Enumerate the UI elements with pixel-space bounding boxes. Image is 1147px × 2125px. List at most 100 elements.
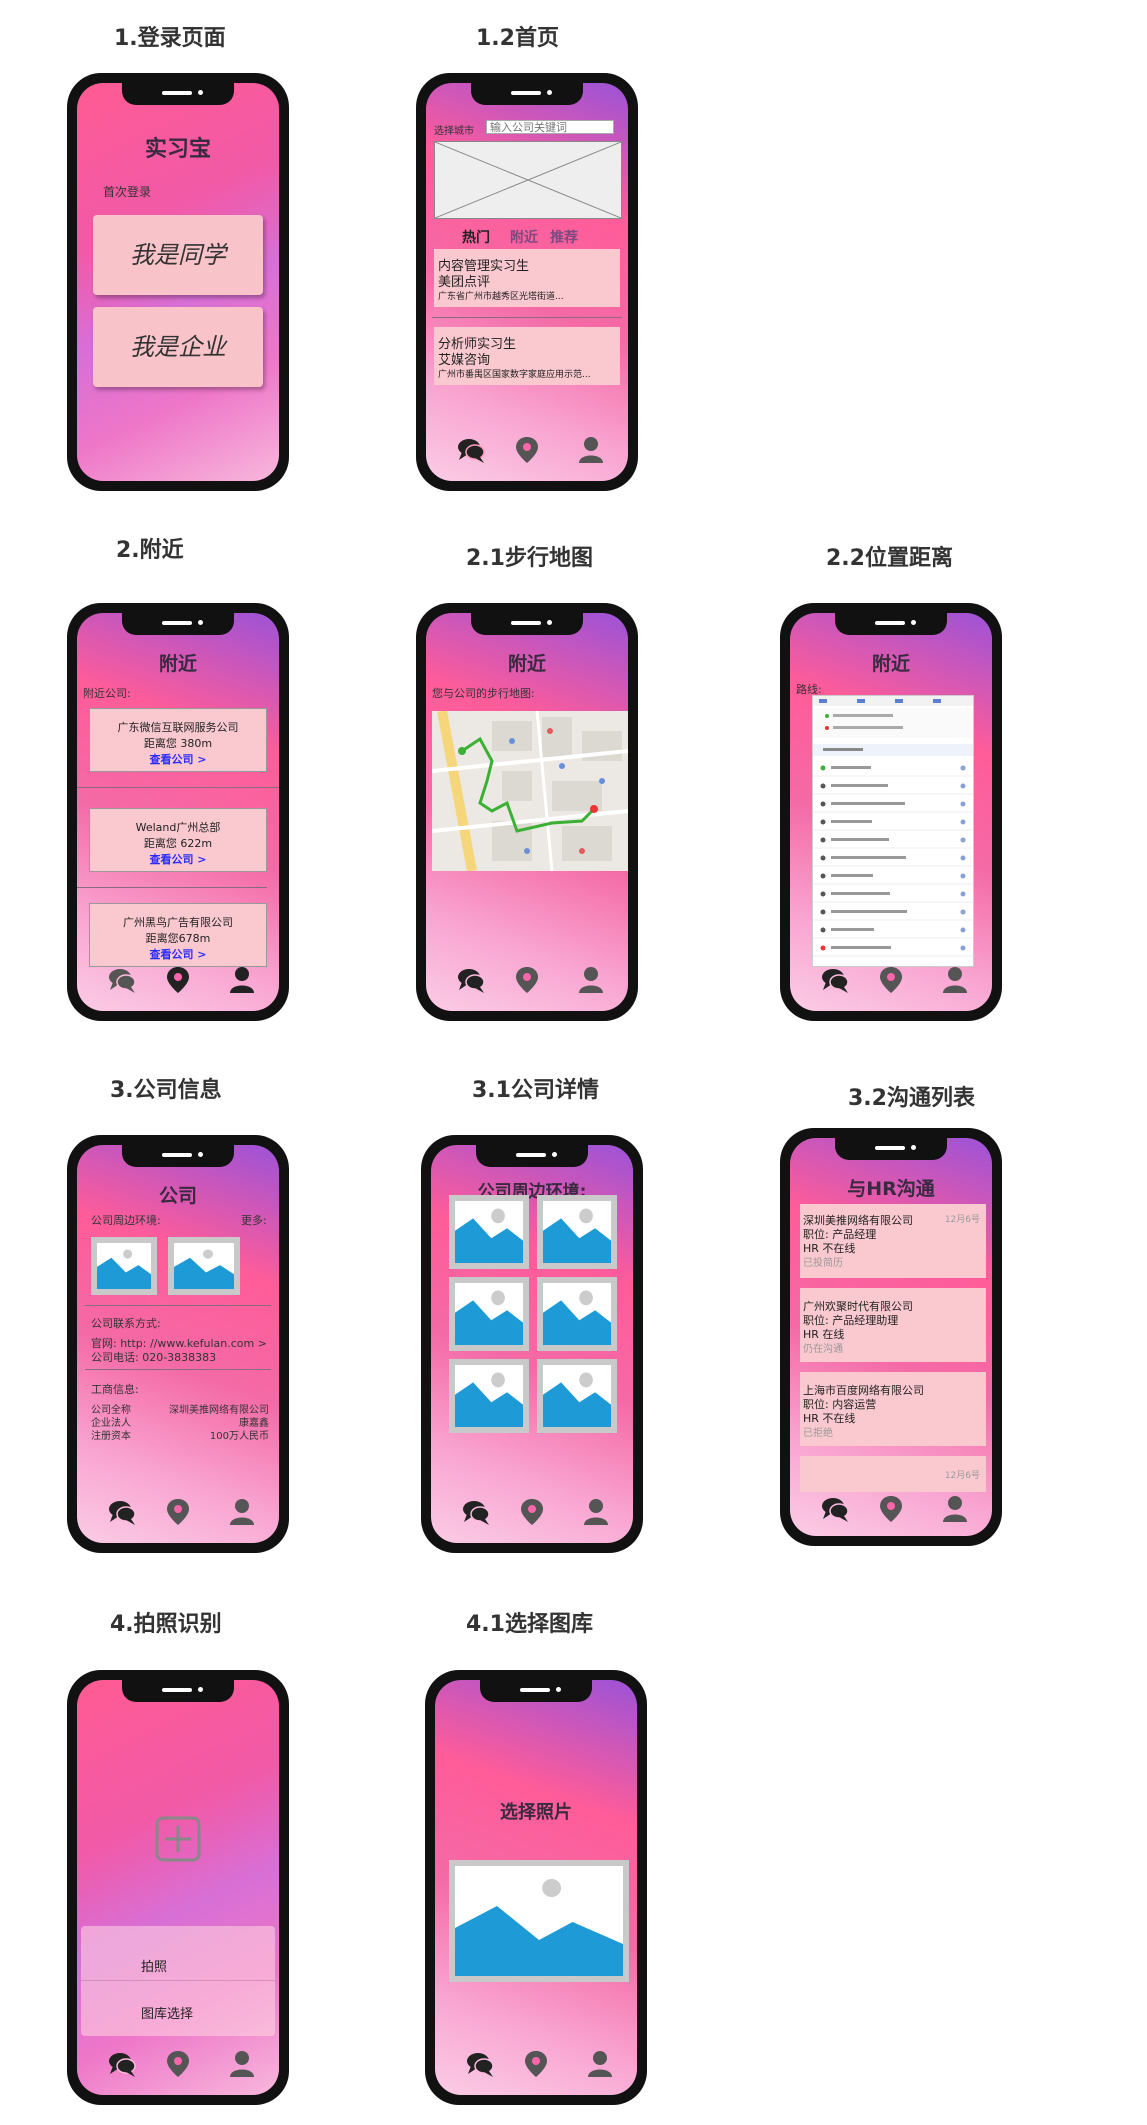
user-icon[interactable] (585, 2049, 615, 2079)
location-icon[interactable] (876, 965, 906, 995)
location-icon[interactable] (163, 1497, 193, 1527)
section-title-chat: 3.2沟通列表 (848, 1086, 975, 1111)
walking-map[interactable] (432, 711, 628, 871)
company-button[interactable]: 我是企业 (93, 307, 263, 387)
view-company-link[interactable]: 查看公司 > (90, 946, 266, 962)
divider (432, 317, 622, 318)
user-icon[interactable] (227, 965, 257, 995)
chat-date: 12月6号 (944, 1215, 980, 1225)
section-title-photo: 4.拍照识别 (110, 1612, 222, 1637)
user-icon[interactable] (227, 2049, 257, 2079)
env-photo[interactable] (449, 1359, 529, 1433)
chat-icon[interactable] (107, 1497, 137, 1527)
notch (122, 83, 234, 105)
user-icon[interactable] (576, 965, 606, 995)
location-icon[interactable] (521, 2049, 551, 2079)
phone-photo: 拍照 图库选择 (67, 1670, 289, 2105)
company-name: 广东微信互联网服务公司 (117, 721, 239, 734)
env-photo[interactable] (168, 1237, 240, 1295)
view-company-link[interactable]: 查看公司 > (90, 851, 266, 867)
location-icon[interactable] (163, 2049, 193, 2079)
gallery-button[interactable]: 图库选择 (81, 1981, 275, 2035)
location-icon[interactable] (876, 1494, 906, 1524)
gallery-title: 选择照片 (500, 1802, 572, 1823)
chat-item[interactable]: 12月6号 (800, 1456, 986, 1492)
selected-photo[interactable] (449, 1860, 629, 1982)
more-link[interactable]: 更多: (241, 1212, 267, 1228)
job-card[interactable]: 分析师实习生 艾媒咨询 广州市番禺区国家数字家庭应用示范... (434, 327, 620, 385)
biz-label: 工商信息: (91, 1383, 139, 1396)
chat-icon[interactable] (465, 2049, 495, 2079)
section-title-home: 1.2首页 (476, 26, 559, 51)
take-photo-button[interactable]: 拍照 (81, 1926, 275, 1981)
chat-icon[interactable] (107, 965, 137, 995)
first-login-label: 首次登录 (103, 185, 152, 199)
route-panel[interactable] (812, 695, 974, 967)
chat-screen: 与HR沟通 深圳美推网络有限公司 12月6号 职位: 产品经理 HR 不在线 已… (790, 1138, 992, 1536)
company-card[interactable]: Weland广州总部 距离您 622m 查看公司 > (89, 808, 267, 872)
chat-icon[interactable] (107, 2049, 137, 2079)
chat-icon[interactable] (456, 965, 486, 995)
chat-note: 仍在沟通 (803, 1344, 843, 1355)
tab-recommend[interactable]: 推荐 (550, 227, 578, 247)
nearby-screen: 附近 附近公司: 广东微信互联网服务公司 距离您 380m 查看公司 > Wel… (77, 613, 279, 1011)
location-icon[interactable] (517, 1497, 547, 1527)
job-card[interactable]: 内容管理实习生 美团点评 广东省广州市越秀区光塔街道... (434, 249, 620, 307)
divider (77, 787, 279, 788)
location-icon[interactable] (163, 965, 193, 995)
env-label: 公司周边环境: (91, 1214, 161, 1227)
details-screen: 公司周边环境: (431, 1145, 633, 1543)
view-company-link[interactable]: 查看公司 > (90, 751, 266, 767)
image-icon (543, 1372, 611, 1427)
banner-image[interactable] (434, 141, 622, 219)
chat-item[interactable]: 深圳美推网络有限公司 12月6号 职位: 产品经理 HR 不在线 已投简历 (800, 1204, 986, 1278)
job-company: 美团点评 (438, 275, 491, 290)
location-icon[interactable] (512, 965, 542, 995)
user-icon[interactable] (227, 1497, 257, 1527)
company-name: Weland广州总部 (135, 821, 221, 834)
company-name: 广州黑鸟广告有限公司 (123, 916, 233, 929)
chat-date: 12月6号 (944, 1471, 980, 1481)
user-icon[interactable] (581, 1497, 611, 1527)
env-photo[interactable] (537, 1359, 617, 1433)
user-icon[interactable] (940, 965, 970, 995)
env-photo[interactable] (537, 1277, 617, 1351)
section-title-distance: 2.2位置距离 (826, 546, 953, 571)
chat-icon[interactable] (461, 1497, 491, 1527)
company-distance: 距离您 622m (143, 837, 213, 850)
chat-item[interactable]: 广州欢聚时代有限公司 职位: 产品经理助理 HR 在线 仍在沟通 (800, 1288, 986, 1362)
company-title: 公司 (158, 1185, 197, 1207)
add-photo-icon[interactable] (155, 1816, 201, 1862)
env-photo[interactable] (537, 1195, 617, 1269)
image-icon (455, 1372, 523, 1427)
tab-nearby[interactable]: 附近 (510, 227, 538, 247)
company-button-label: 我是企业 (130, 333, 226, 361)
image-icon (543, 1290, 611, 1345)
phone-number[interactable]: 公司电话: 020-3838383 (91, 1349, 216, 1365)
company-card[interactable]: 广州黑鸟广告有限公司 距离您678m 查看公司 > (89, 903, 267, 967)
city-select[interactable]: 选择城市 (434, 122, 474, 137)
user-icon[interactable] (940, 1494, 970, 1524)
divider (85, 1369, 271, 1370)
gallery-label: 图库选择 (141, 2007, 194, 2022)
divider (85, 1305, 271, 1306)
walkmap-screen: 附近 您与公司的步行地图: (426, 613, 628, 1011)
env-photo[interactable] (91, 1237, 157, 1295)
chat-icon[interactable] (820, 1494, 850, 1524)
location-icon[interactable] (512, 435, 542, 465)
user-icon[interactable] (576, 435, 606, 465)
student-button[interactable]: 我是同学 (93, 215, 263, 295)
env-photo[interactable] (449, 1277, 529, 1351)
phone-home: 选择城市 热门 附近 推荐 内容管理实习生 美团点评 广东省广州市越秀区光塔街道… (416, 73, 638, 491)
section-title-walkmap: 2.1步行地图 (466, 546, 593, 571)
bottom-nav (431, 1493, 633, 1533)
section-title-company: 3.公司信息 (110, 1078, 222, 1103)
env-photo[interactable] (449, 1195, 529, 1269)
chat-item[interactable]: 上海市百度网络有限公司 职位: 内容运营 HR 不在线 已拒绝 (800, 1372, 986, 1446)
chat-icon[interactable] (456, 435, 486, 465)
bottom-nav (77, 961, 279, 1001)
tab-hot[interactable]: 热门 (462, 227, 490, 247)
search-input[interactable] (486, 120, 614, 134)
chat-icon[interactable] (820, 965, 850, 995)
company-card[interactable]: 广东微信互联网服务公司 距离您 380m 查看公司 > (89, 708, 267, 772)
